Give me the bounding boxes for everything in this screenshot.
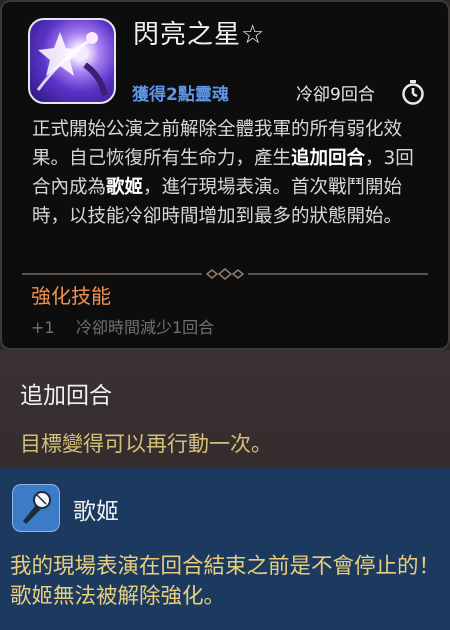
soul-gain-text: 獲得2點靈魂 xyxy=(132,85,229,105)
bonus-turn-desc: 目標變得可以再行動一次。 xyxy=(20,432,272,456)
cooldown-text: 冷卻9回合 xyxy=(296,85,375,105)
skill-description: 正式開始公演之前解除全體我軍的所有弱化效果。自己恢復所有生命力，產生追加回合，3… xyxy=(32,115,424,231)
idol-title: 歌姬 xyxy=(73,499,119,525)
ornamental-divider xyxy=(22,265,428,280)
star-idol-skill-icon xyxy=(28,18,116,104)
enhance-effect: 冷卻時間減少1回合 xyxy=(76,318,215,337)
enhance-level: +1 xyxy=(31,318,55,337)
stopwatch-icon xyxy=(400,79,426,105)
keyword-idol: 歌姬 xyxy=(106,177,144,198)
enhance-row: +1 冷卻時間減少1回合 xyxy=(31,314,214,338)
idol-desc: 我的現場表演在回合結束之前是不會停止的！歌姬無法被解除強化。 xyxy=(10,554,441,609)
keyword-bonus-turn: 追加回合 xyxy=(291,148,366,169)
skill-name: 閃亮之星☆ xyxy=(133,20,266,50)
bonus-turn-title: 追加回合 xyxy=(20,383,112,409)
enhance-title: 強化技能 xyxy=(31,284,111,308)
microphone-icon xyxy=(12,484,60,532)
